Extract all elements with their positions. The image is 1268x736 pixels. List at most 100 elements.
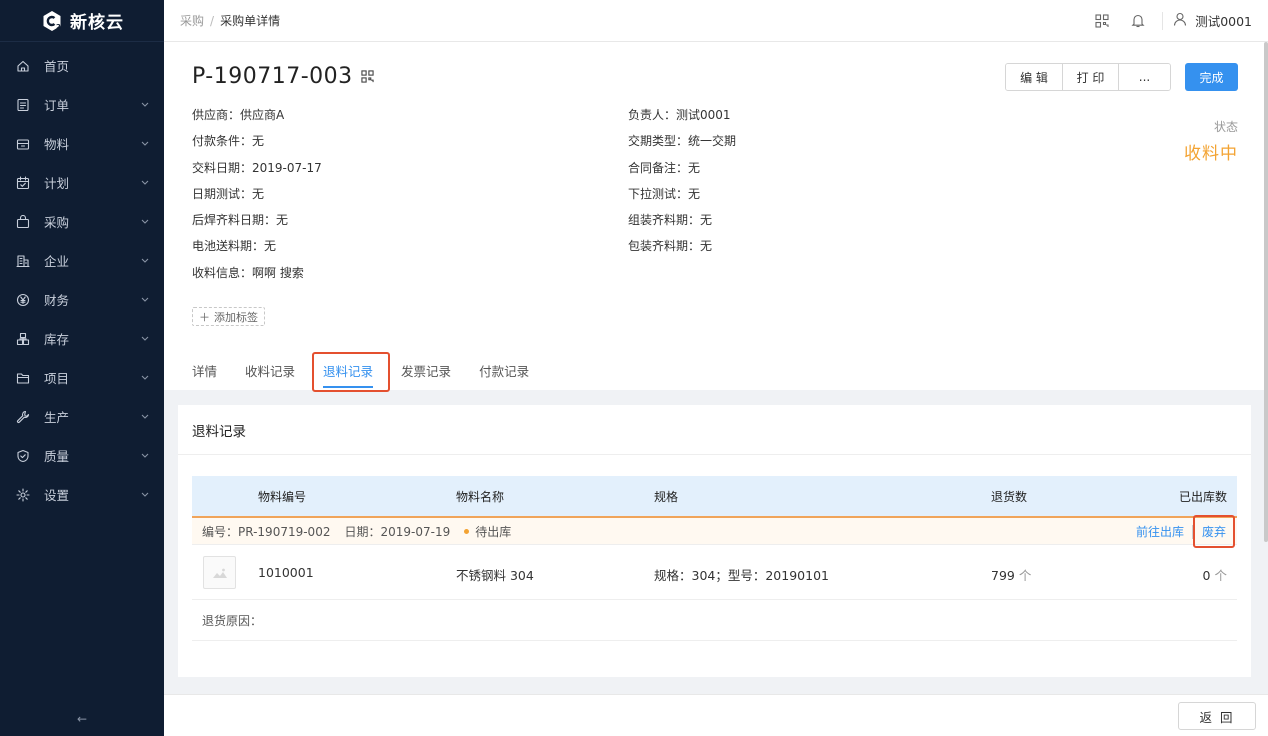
breadcrumb: 采购 / 采购单详情 bbox=[180, 12, 1084, 29]
sidebar-item-6[interactable]: 财务 bbox=[0, 280, 164, 319]
shipped-unit: 个 bbox=[1214, 568, 1227, 583]
discard-link[interactable]: 废弃 bbox=[1192, 515, 1235, 548]
logo[interactable]: 2 新核云 bbox=[0, 0, 164, 42]
qr-code-icon[interactable] bbox=[361, 64, 374, 89]
top-header: 采购 / 采购单详情 测试0001 bbox=[164, 0, 1268, 42]
sidebar-item-7[interactable]: 库存 bbox=[0, 319, 164, 358]
status-value: 收料中 bbox=[1184, 144, 1238, 164]
sidebar-item-label: 企业 bbox=[44, 254, 70, 269]
sidebar-nav: 首页订单物料计划采购企业财务库存项目 生产 质量 设置 bbox=[0, 42, 164, 514]
chevron-down-icon bbox=[140, 451, 150, 461]
tab-label: 收料记录 bbox=[245, 363, 296, 379]
returned-qty: 799 个 bbox=[991, 565, 1031, 584]
bag-icon bbox=[16, 214, 30, 229]
sidebar-item-1[interactable]: 订单 bbox=[0, 85, 164, 124]
image-placeholder-icon bbox=[203, 556, 236, 589]
tab-receiving-records[interactable]: 收料记录 bbox=[231, 350, 309, 390]
tab-invoice-records[interactable]: 发票记录 bbox=[387, 350, 465, 390]
qr-code-icon[interactable] bbox=[1084, 0, 1120, 42]
sidebar-item-label: 采购 bbox=[44, 215, 70, 230]
sidebar-item-5[interactable]: 企业 bbox=[0, 241, 164, 280]
sidebar-item-label: 订单 bbox=[44, 98, 70, 113]
add-tag-button[interactable]: ＋ 添加标签 bbox=[192, 307, 265, 326]
return-reason-row: 退货原因： bbox=[192, 600, 1237, 641]
user-menu[interactable]: 测试0001 bbox=[1169, 11, 1252, 30]
home-icon bbox=[16, 59, 30, 73]
arrow-left-icon: ← bbox=[76, 712, 88, 726]
material-icon bbox=[16, 137, 30, 151]
warehouse-icon bbox=[16, 332, 30, 346]
material-name: 不锈钢料 304 bbox=[456, 568, 534, 583]
chevron-down-icon bbox=[140, 412, 150, 422]
sidebar-item-label: 财务 bbox=[44, 293, 70, 308]
chevron-down-icon bbox=[140, 490, 150, 500]
chevron-down-icon bbox=[140, 295, 150, 305]
logo-text: 新核云 bbox=[70, 13, 124, 33]
print-button[interactable]: 打 印 bbox=[1062, 64, 1118, 90]
sidebar-item-0[interactable]: 首页 bbox=[0, 46, 164, 85]
order-info: 供应商：供应商A 付款条件：无 交料日期：2019-07-17 日期测试：无 后焊齐料日… bbox=[192, 106, 1240, 296]
bell-icon[interactable] bbox=[1120, 0, 1156, 42]
info-field: 下拉测试：无 bbox=[628, 186, 701, 201]
detail-tabs: 详情 收料记录 退料记录 发票记录 付款记录 bbox=[192, 350, 543, 392]
page-scrollbar[interactable] bbox=[1264, 42, 1268, 542]
calendar-check-icon bbox=[16, 175, 30, 190]
tab-label: 发票记录 bbox=[401, 363, 452, 379]
order-summary-panel: P-190717-003 编 辑 打 印 ... 完成 供应商：供应商A 付款条件… bbox=[164, 42, 1268, 392]
back-button[interactable]: 返 回 bbox=[1178, 702, 1256, 730]
sidebar-item-label: 计划 bbox=[44, 176, 70, 191]
breadcrumb-separator: / bbox=[210, 14, 215, 28]
info-field: 组装齐料期：无 bbox=[628, 213, 713, 228]
tab-payment-records[interactable]: 付款记录 bbox=[465, 350, 543, 390]
status-dot bbox=[464, 528, 470, 534]
breadcrumb-item-purchase[interactable]: 采购 bbox=[180, 14, 204, 28]
sidebar-item-9[interactable]: 生产 bbox=[0, 397, 164, 436]
sidebar-item-label: 物料 bbox=[44, 137, 70, 152]
return-reason-label: 退货原因： bbox=[202, 613, 263, 628]
status-label: 状态 bbox=[1213, 120, 1238, 134]
return-code: 编号：PR-190719-002 bbox=[202, 524, 331, 539]
table-row: 1010001 不锈钢料 304 规格：304；型号：20190101 799 … bbox=[192, 545, 1237, 600]
header-divider bbox=[1162, 11, 1164, 30]
sidebar-item-2[interactable]: 物料 bbox=[0, 124, 164, 163]
order-icon bbox=[16, 98, 30, 112]
column-header-name: 物料名称 bbox=[456, 489, 505, 504]
chevron-down-icon bbox=[140, 100, 150, 110]
sidebar-item-10[interactable]: 质量 bbox=[0, 436, 164, 475]
chevron-down-icon bbox=[140, 334, 150, 344]
tab-details[interactable]: 详情 bbox=[192, 350, 231, 390]
complete-button[interactable]: 完成 bbox=[1185, 63, 1238, 91]
action-button-group: 编 辑 打 印 ... bbox=[1005, 63, 1171, 91]
highlight-box bbox=[312, 352, 391, 392]
breadcrumb-item-current: 采购单详情 bbox=[220, 14, 281, 28]
sidebar-item-11[interactable]: 设置 bbox=[0, 475, 164, 514]
go-outbound-link[interactable]: 前往出库 bbox=[1136, 523, 1184, 540]
sidebar-item-8[interactable]: 项目 bbox=[0, 358, 164, 397]
collapse-sidebar-button[interactable]: ← bbox=[0, 712, 164, 726]
gear-icon bbox=[16, 487, 30, 502]
return-records-table: 物料编号 物料名称 规格 退货数 已出库数 编号：PR-190719-002 日… bbox=[192, 476, 1237, 641]
order-number: P-190717-003 bbox=[192, 64, 353, 89]
user-icon bbox=[1173, 12, 1187, 29]
returned-value: 799 bbox=[991, 568, 1015, 583]
return-group-actions: 前往出库 废弃 bbox=[1136, 515, 1235, 548]
tab-return-records[interactable]: 退料记录 bbox=[309, 350, 391, 392]
info-field: 付款条件：无 bbox=[192, 134, 265, 149]
return-records-panel: 退料记录 物料编号 物料名称 规格 退货数 已出库数 编号：PR-190719-… bbox=[178, 405, 1251, 677]
svg-text:2: 2 bbox=[56, 23, 61, 31]
edit-button[interactable]: 编 辑 bbox=[1006, 64, 1062, 90]
add-tag-label: 添加标签 bbox=[214, 310, 258, 324]
info-field: 供应商：供应商A bbox=[192, 108, 285, 122]
sidebar-item-label: 库存 bbox=[44, 332, 70, 347]
info-field: 后焊齐料日期：无 bbox=[192, 213, 289, 228]
sidebar-item-4[interactable]: 采购 bbox=[0, 202, 164, 241]
return-status: 待出库 bbox=[475, 524, 512, 539]
more-button[interactable]: ... bbox=[1118, 64, 1170, 90]
shipped-qty: 0 个 bbox=[1203, 565, 1227, 584]
shield-check-icon bbox=[16, 449, 30, 463]
info-field: 合同备注：无 bbox=[628, 160, 701, 175]
return-group-row: 编号：PR-190719-002 日期：2019-07-19 待出库 前往出库 … bbox=[192, 515, 1237, 548]
order-info-right: 负责人：测试0001 交期类型：统一交期 合同备注：无 下拉测试：无 组装齐料期：无 包装… bbox=[628, 106, 736, 264]
sidebar-item-3[interactable]: 计划 bbox=[0, 163, 164, 202]
logo-icon: 2 bbox=[40, 9, 64, 33]
